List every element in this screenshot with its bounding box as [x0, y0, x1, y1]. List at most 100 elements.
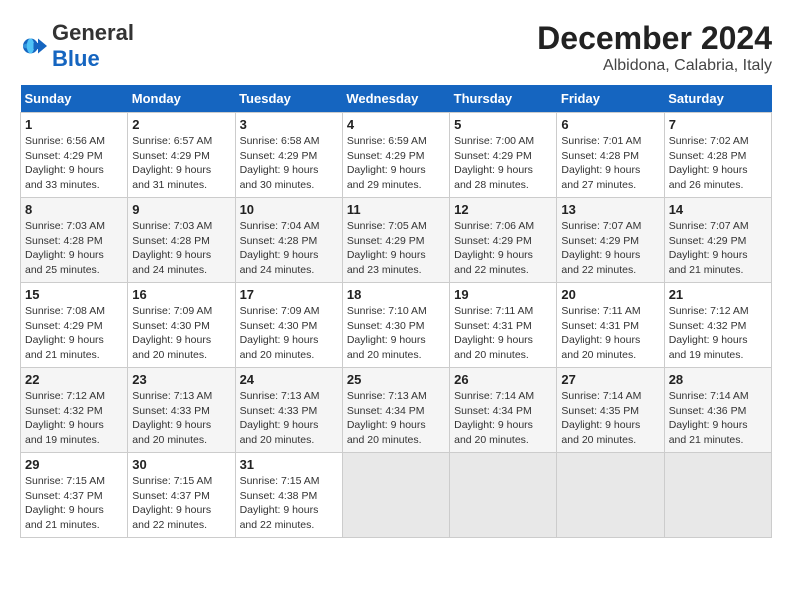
logo-blue-text: Blue: [52, 46, 100, 71]
calendar-day-header: Thursday: [450, 85, 557, 113]
calendar-cell: [342, 453, 449, 538]
day-info: Sunrise: 7:09 AM Sunset: 4:30 PM Dayligh…: [132, 304, 230, 363]
day-info: Sunrise: 7:03 AM Sunset: 4:28 PM Dayligh…: [25, 219, 123, 278]
day-info: Sunrise: 7:10 AM Sunset: 4:30 PM Dayligh…: [347, 304, 445, 363]
day-number: 5: [454, 117, 552, 132]
calendar-cell: 21 Sunrise: 7:12 AM Sunset: 4:32 PM Dayli…: [664, 283, 771, 368]
calendar-cell: [557, 453, 664, 538]
title-block: December 2024 Albidona, Calabria, Italy: [537, 20, 772, 75]
month-title: December 2024: [537, 20, 772, 57]
calendar-cell: 28Sunrise: 7:14 AM Sunset: 4:36 PM Dayli…: [664, 368, 771, 453]
calendar-cell: 19 Sunrise: 7:11 AM Sunset: 4:31 PM Dayli…: [450, 283, 557, 368]
day-number: 26: [454, 372, 552, 387]
day-number: 4: [347, 117, 445, 132]
day-number: 31: [240, 457, 338, 472]
day-number: 27: [561, 372, 659, 387]
day-number: 24: [240, 372, 338, 387]
day-info: Sunrise: 7:01 AM Sunset: 4:28 PM Dayligh…: [561, 134, 659, 193]
location-title: Albidona, Calabria, Italy: [537, 57, 772, 75]
day-info: Sunrise: 6:58 AM Sunset: 4:29 PM Dayligh…: [240, 134, 338, 193]
calendar-day-header: Friday: [557, 85, 664, 113]
calendar-cell: 4 Sunrise: 6:59 AM Sunset: 4:29 PM Daylig…: [342, 113, 449, 198]
day-info: Sunrise: 7:13 AM Sunset: 4:34 PM Dayligh…: [347, 389, 445, 448]
calendar-cell: 1 Sunrise: 6:56 AM Sunset: 4:29 PM Daylig…: [21, 113, 128, 198]
day-info: Sunrise: 7:14 AM Sunset: 4:35 PM Dayligh…: [561, 389, 659, 448]
day-info: Sunrise: 7:06 AM Sunset: 4:29 PM Dayligh…: [454, 219, 552, 278]
calendar-week-row: 29 Sunrise: 7:15 AM Sunset: 4:37 PM Dayli…: [21, 453, 772, 538]
calendar-cell: 17 Sunrise: 7:09 AM Sunset: 4:30 PM Dayli…: [235, 283, 342, 368]
calendar-week-row: 22 Sunrise: 7:12 AM Sunset: 4:32 PM Dayli…: [21, 368, 772, 453]
calendar-cell: 14 Sunrise: 7:07 AM Sunset: 4:29 PM Dayli…: [664, 198, 771, 283]
day-info: Sunrise: 7:04 AM Sunset: 4:28 PM Dayligh…: [240, 219, 338, 278]
calendar-cell: 13Sunrise: 7:07 AM Sunset: 4:29 PM Dayli…: [557, 198, 664, 283]
day-number: 25: [347, 372, 445, 387]
day-number: 2: [132, 117, 230, 132]
day-number: 19: [454, 287, 552, 302]
day-info: Sunrise: 7:15 AM Sunset: 4:37 PM Dayligh…: [132, 474, 230, 533]
day-number: 10: [240, 202, 338, 217]
day-number: 18: [347, 287, 445, 302]
day-number: 12: [454, 202, 552, 217]
calendar-body: 1 Sunrise: 6:56 AM Sunset: 4:29 PM Daylig…: [21, 113, 772, 538]
calendar-cell: 11 Sunrise: 7:05 AM Sunset: 4:29 PM Dayli…: [342, 198, 449, 283]
day-number: 14: [669, 202, 767, 217]
calendar-cell: 18 Sunrise: 7:10 AM Sunset: 4:30 PM Dayli…: [342, 283, 449, 368]
calendar-day-header: Monday: [128, 85, 235, 113]
calendar-table: SundayMondayTuesdayWednesdayThursdayFrid…: [20, 85, 772, 538]
day-info: Sunrise: 7:08 AM Sunset: 4:29 PM Dayligh…: [25, 304, 123, 363]
day-info: Sunrise: 7:14 AM Sunset: 4:34 PM Dayligh…: [454, 389, 552, 448]
day-number: 7: [669, 117, 767, 132]
day-info: Sunrise: 7:12 AM Sunset: 4:32 PM Dayligh…: [25, 389, 123, 448]
calendar-cell: 29 Sunrise: 7:15 AM Sunset: 4:37 PM Dayli…: [21, 453, 128, 538]
calendar-week-row: 8Sunrise: 7:03 AM Sunset: 4:28 PM Daylig…: [21, 198, 772, 283]
day-info: Sunrise: 7:02 AM Sunset: 4:28 PM Dayligh…: [669, 134, 767, 193]
calendar-day-header: Saturday: [664, 85, 771, 113]
calendar-cell: 8Sunrise: 7:03 AM Sunset: 4:28 PM Daylig…: [21, 198, 128, 283]
calendar-cell: 23 Sunrise: 7:13 AM Sunset: 4:33 PM Dayli…: [128, 368, 235, 453]
calendar-week-row: 1 Sunrise: 6:56 AM Sunset: 4:29 PM Daylig…: [21, 113, 772, 198]
calendar-day-header: Sunday: [21, 85, 128, 113]
calendar-cell: 31Sunrise: 7:15 AM Sunset: 4:38 PM Dayli…: [235, 453, 342, 538]
calendar-day-header: Tuesday: [235, 85, 342, 113]
logo: General Blue: [20, 20, 134, 72]
day-info: Sunrise: 7:11 AM Sunset: 4:31 PM Dayligh…: [561, 304, 659, 363]
day-info: Sunrise: 7:14 AM Sunset: 4:36 PM Dayligh…: [669, 389, 767, 448]
calendar-cell: 25 Sunrise: 7:13 AM Sunset: 4:34 PM Dayli…: [342, 368, 449, 453]
day-info: Sunrise: 7:09 AM Sunset: 4:30 PM Dayligh…: [240, 304, 338, 363]
calendar-day-header: Wednesday: [342, 85, 449, 113]
day-number: 30: [132, 457, 230, 472]
day-info: Sunrise: 7:03 AM Sunset: 4:28 PM Dayligh…: [132, 219, 230, 278]
day-info: Sunrise: 7:12 AM Sunset: 4:32 PM Dayligh…: [669, 304, 767, 363]
day-info: Sunrise: 7:13 AM Sunset: 4:33 PM Dayligh…: [240, 389, 338, 448]
calendar-week-row: 15Sunrise: 7:08 AM Sunset: 4:29 PM Dayli…: [21, 283, 772, 368]
day-number: 1: [25, 117, 123, 132]
day-number: 16: [132, 287, 230, 302]
page-header: General Blue December 2024 Albidona, Cal…: [20, 20, 772, 75]
day-number: 22: [25, 372, 123, 387]
day-number: 17: [240, 287, 338, 302]
day-info: Sunrise: 7:15 AM Sunset: 4:37 PM Dayligh…: [25, 474, 123, 533]
day-number: 20: [561, 287, 659, 302]
day-number: 11: [347, 202, 445, 217]
day-number: 21: [669, 287, 767, 302]
calendar-cell: 6Sunrise: 7:01 AM Sunset: 4:28 PM Daylig…: [557, 113, 664, 198]
day-number: 29: [25, 457, 123, 472]
calendar-cell: 30 Sunrise: 7:15 AM Sunset: 4:37 PM Dayli…: [128, 453, 235, 538]
day-info: Sunrise: 6:59 AM Sunset: 4:29 PM Dayligh…: [347, 134, 445, 193]
calendar-cell: [450, 453, 557, 538]
day-info: Sunrise: 7:00 AM Sunset: 4:29 PM Dayligh…: [454, 134, 552, 193]
calendar-cell: 12 Sunrise: 7:06 AM Sunset: 4:29 PM Dayli…: [450, 198, 557, 283]
calendar-cell: 10 Sunrise: 7:04 AM Sunset: 4:28 PM Dayli…: [235, 198, 342, 283]
day-info: Sunrise: 7:13 AM Sunset: 4:33 PM Dayligh…: [132, 389, 230, 448]
day-number: 13: [561, 202, 659, 217]
calendar-cell: 24 Sunrise: 7:13 AM Sunset: 4:33 PM Dayli…: [235, 368, 342, 453]
calendar-cell: [664, 453, 771, 538]
day-info: Sunrise: 6:56 AM Sunset: 4:29 PM Dayligh…: [25, 134, 123, 193]
calendar-cell: 3Sunrise: 6:58 AM Sunset: 4:29 PM Daylig…: [235, 113, 342, 198]
calendar-cell: 26 Sunrise: 7:14 AM Sunset: 4:34 PM Dayli…: [450, 368, 557, 453]
day-info: Sunrise: 7:05 AM Sunset: 4:29 PM Dayligh…: [347, 219, 445, 278]
calendar-cell: 27 Sunrise: 7:14 AM Sunset: 4:35 PM Dayli…: [557, 368, 664, 453]
day-number: 23: [132, 372, 230, 387]
day-info: Sunrise: 7:11 AM Sunset: 4:31 PM Dayligh…: [454, 304, 552, 363]
day-info: Sunrise: 7:07 AM Sunset: 4:29 PM Dayligh…: [669, 219, 767, 278]
